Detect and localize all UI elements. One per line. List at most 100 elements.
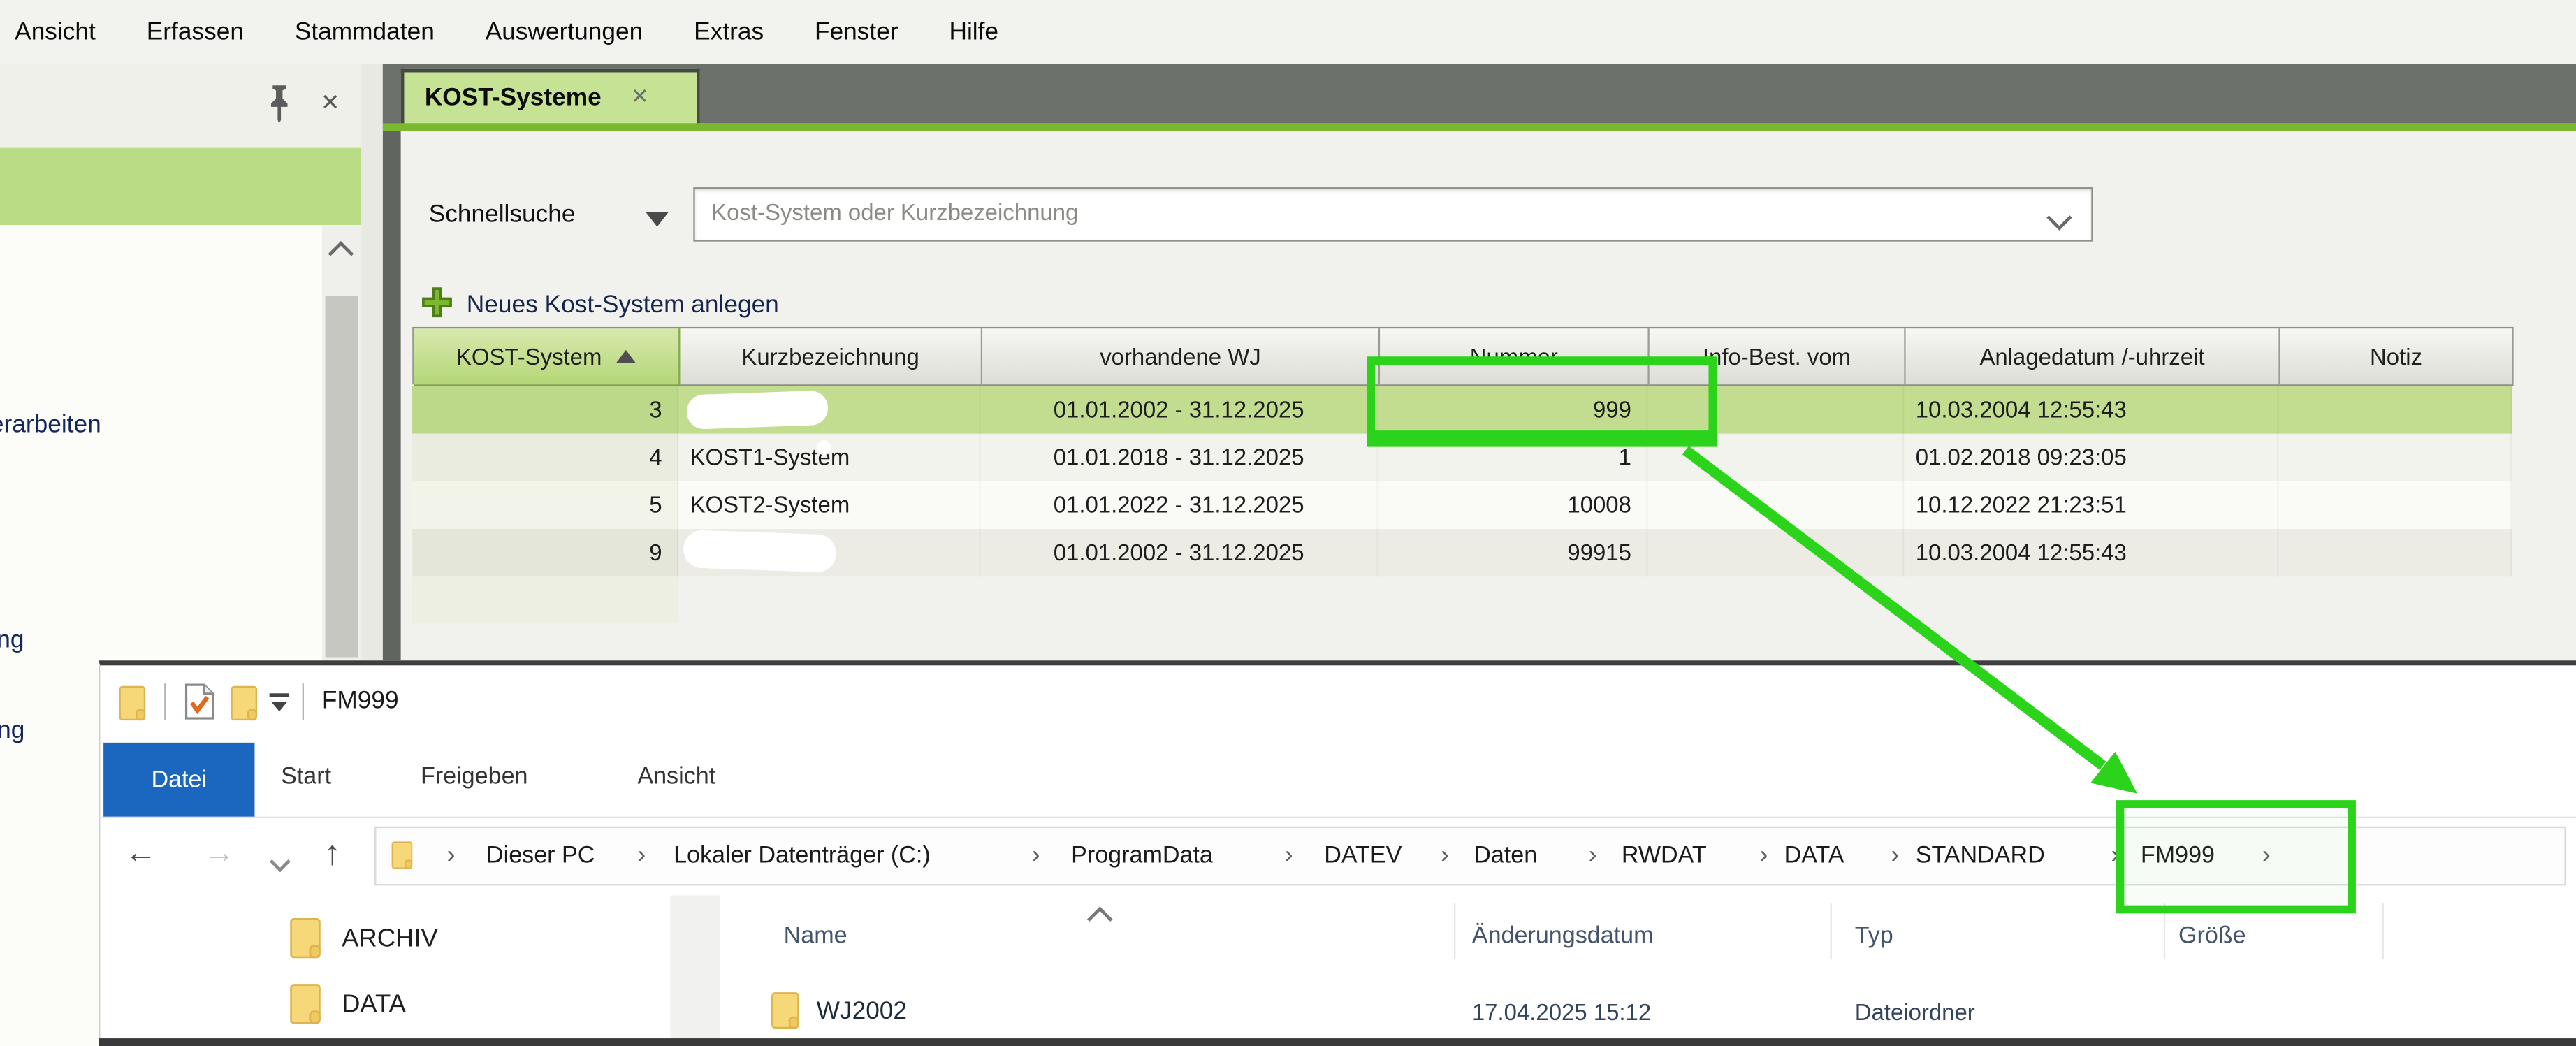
ribbon-tab-freigeben[interactable]: Freigeben — [421, 764, 528, 790]
breadcrumb-datev[interactable]: DATEV — [1324, 842, 1402, 869]
cell-vorhandene-wj: 01.01.2002 - 31.12.2025 — [981, 385, 1378, 433]
quick-search-label: Schnellsuche — [429, 201, 576, 228]
list-column-name[interactable]: Name — [784, 923, 847, 950]
redaction-blob — [817, 440, 831, 455]
cell-kurzbezeichnung: KOST1-System — [678, 433, 981, 481]
panel-link-partial-2[interactable]: ung — [0, 716, 24, 744]
cell-kurzbezeichnung: KOST2-System — [678, 481, 981, 528]
cell-vorhandene-wj: 01.01.2022 - 31.12.2025 — [981, 481, 1378, 528]
cell-kost-system: 5 — [412, 481, 678, 528]
file-row-name[interactable]: WJ2002 — [817, 997, 907, 1025]
forward-icon[interactable]: → — [204, 836, 235, 873]
tree-item-archiv[interactable]: ARCHIV — [342, 925, 438, 954]
cell-vorhandene-wj: 01.01.2002 - 31.12.2025 — [981, 528, 1378, 576]
breadcrumb-laufwerk-c[interactable]: Lokaler Datenträger (C:) — [674, 842, 931, 869]
cell-info-best — [1647, 481, 1904, 528]
quick-access-customize-icon[interactable] — [268, 692, 291, 723]
breadcrumb-chevron-icon: › — [637, 841, 646, 869]
column-label: Anlagedatum /-uhrzeit — [1979, 343, 2204, 370]
breadcrumb-chevron-icon: › — [1441, 841, 1449, 869]
document-tab-strip — [382, 64, 2576, 122]
close-icon[interactable]: ✕ — [317, 89, 344, 115]
content-left-border — [382, 64, 400, 661]
column-header-vorhandene-wj[interactable]: vorhandene WJ — [982, 328, 1380, 386]
menu-item-erfassen[interactable]: Erfassen — [147, 18, 244, 46]
tab-kost-systeme[interactable]: KOST-Systeme ✕ — [400, 69, 699, 122]
up-icon[interactable]: ↑ — [323, 835, 341, 874]
menu-item-stammdaten[interactable]: Stammdaten — [295, 18, 435, 46]
pin-icon[interactable] — [266, 84, 293, 123]
ribbon-tab-datei[interactable]: Datei — [103, 743, 254, 818]
combobox-chevron-icon[interactable] — [2051, 205, 2069, 235]
folder-icon — [771, 991, 803, 1038]
screenshot-root: Ansicht Erfassen Stammdaten Auswertungen… — [0, 0, 2576, 1046]
tree-scrollbar[interactable] — [670, 896, 720, 1039]
breadcrumb-chevron-icon: › — [447, 841, 456, 869]
breadcrumb-chevron-icon: › — [1589, 841, 1597, 869]
cell-nummer: 10008 — [1378, 481, 1648, 528]
sort-ascending-icon — [617, 350, 636, 363]
panel-link-partial-1[interactable]: ng — [0, 626, 24, 654]
breadcrumb-chevron-icon: › — [1759, 841, 1768, 869]
file-row-type: Dateiordner — [1855, 999, 1975, 1026]
table-row[interactable]: 5 KOST2-System 01.01.2022 - 31.12.2025 1… — [412, 481, 2512, 528]
menu-bar: Ansicht Erfassen Stammdaten Auswertungen… — [0, 0, 2576, 64]
cell-kost-system: 3 — [412, 385, 678, 433]
recent-locations-icon[interactable] — [272, 848, 287, 877]
cell-kost-system: 9 — [412, 528, 678, 576]
column-header-kost-system[interactable]: KOST-System — [414, 328, 681, 386]
breadcrumb-data[interactable]: DATA — [1784, 842, 1844, 869]
tab-close-icon[interactable]: ✕ — [631, 85, 649, 111]
column-label: Notiz — [2370, 343, 2422, 370]
list-column-typ[interactable]: Typ — [1855, 923, 1893, 950]
cell-kost-system: 4 — [412, 433, 678, 481]
search-placeholder: Kost-System oder Kurzbezeichnung — [711, 199, 1078, 226]
column-header-notiz[interactable]: Notiz — [2280, 328, 2514, 386]
column-divider[interactable] — [1830, 903, 1831, 959]
breadcrumb-daten[interactable]: Daten — [1473, 842, 1537, 869]
file-row-date: 17.04.2025 15:12 — [1472, 999, 1651, 1026]
cell-nummer: 99915 — [1378, 528, 1648, 576]
tree-item-data[interactable]: DATA — [342, 991, 406, 1020]
list-column-datum[interactable]: Änderungsdatum — [1472, 923, 1654, 950]
folder-icon — [289, 917, 326, 968]
breadcrumb-dieser-pc[interactable]: Dieser PC — [486, 842, 595, 869]
breadcrumb-standard[interactable]: STANDARD — [1916, 842, 2045, 869]
column-header-anlagedatum[interactable]: Anlagedatum /-uhrzeit — [1906, 328, 2280, 386]
redaction-blob — [686, 390, 829, 429]
column-divider[interactable] — [2382, 903, 2384, 959]
cell-info-best — [1647, 528, 1904, 576]
plus-icon — [421, 286, 453, 319]
cell-notiz — [2278, 385, 2512, 433]
menu-item-extras[interactable]: Extras — [694, 18, 764, 46]
properties-check-icon[interactable] — [184, 682, 215, 729]
column-header-kurzbezeichnung[interactable]: Kurzbezeichnung — [680, 328, 982, 386]
back-icon[interactable]: ← — [125, 836, 157, 873]
quick-search-dropdown-icon[interactable] — [646, 212, 669, 226]
cell-anlagedatum: 10.03.2004 12:55:43 — [1904, 528, 2278, 576]
toolbar-separator — [303, 683, 304, 720]
breadcrumb-rwdat[interactable]: RWDAT — [1622, 842, 1707, 869]
ribbon-tab-start[interactable]: Start — [281, 764, 331, 790]
left-panel-header-strip — [0, 148, 361, 226]
cell-notiz — [2278, 481, 2512, 528]
list-column-groesse[interactable]: Größe — [2178, 923, 2246, 950]
menu-item-fenster[interactable]: Fenster — [815, 18, 898, 46]
cell-notiz — [2278, 433, 2512, 481]
panel-link-bearbeiten[interactable]: erarbeiten — [0, 411, 101, 439]
ribbon-tab-ansicht[interactable]: Ansicht — [637, 764, 715, 790]
new-folder-icon[interactable] — [230, 685, 261, 729]
breadcrumb-programdata[interactable]: ProgramData — [1071, 842, 1213, 869]
window-title: FM999 — [322, 687, 399, 715]
scroll-up-icon[interactable] — [328, 241, 354, 267]
breadcrumb-chevron-icon: › — [1032, 841, 1040, 869]
column-divider[interactable] — [1454, 903, 1455, 959]
menu-item-hilfe[interactable]: Hilfe — [949, 18, 998, 46]
menu-item-auswertungen[interactable]: Auswertungen — [486, 18, 643, 46]
window-folder-icon — [118, 685, 150, 729]
left-panel-scrollbar-thumb[interactable] — [326, 296, 358, 657]
sort-ascending-icon — [1091, 907, 1109, 936]
cell-anlagedatum: 10.03.2004 12:55:43 — [1904, 385, 2278, 433]
menu-item-ansicht[interactable]: Ansicht — [15, 18, 96, 46]
new-kost-system-link[interactable]: Neues Kost-System anlegen — [467, 291, 779, 319]
